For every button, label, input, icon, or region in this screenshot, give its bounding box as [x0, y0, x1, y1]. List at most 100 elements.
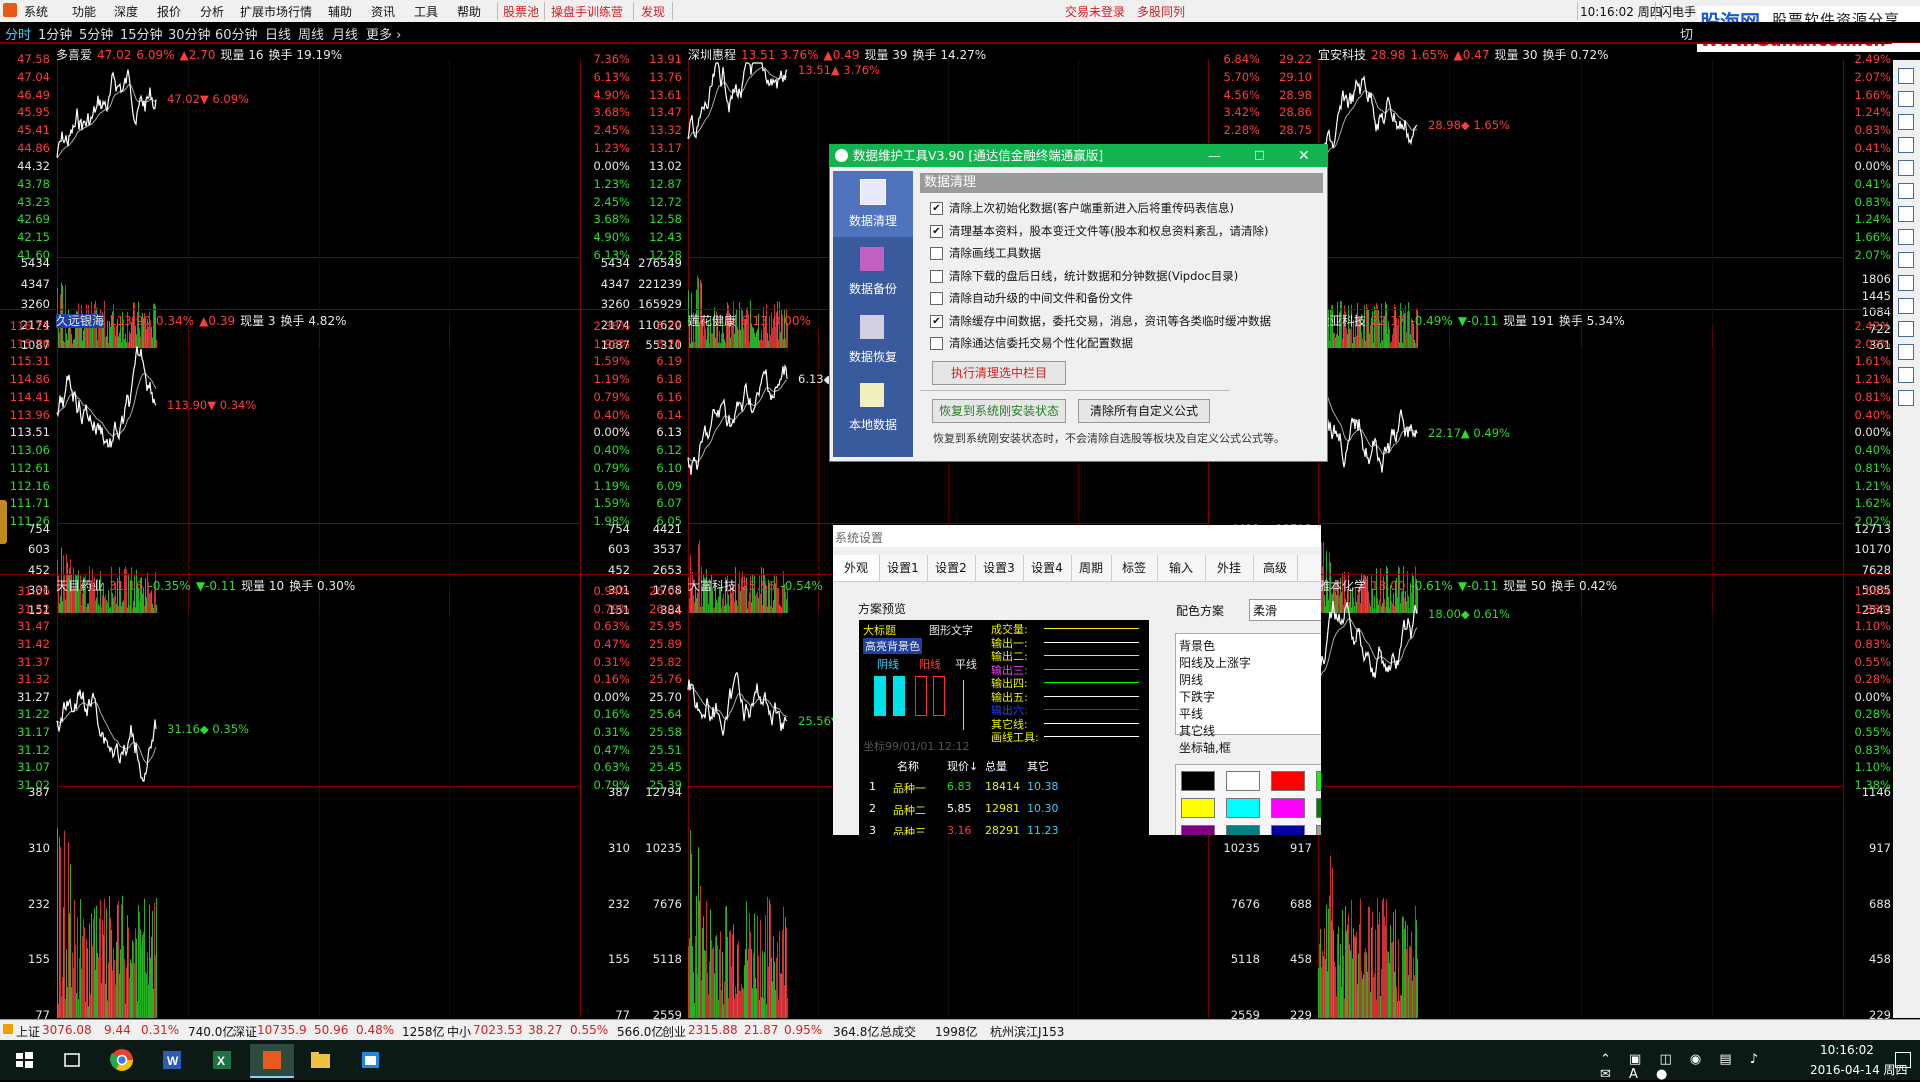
tab-15min[interactable]: 15分钟 — [120, 24, 163, 43]
color-swatch[interactable] — [1226, 798, 1260, 818]
tab-switch[interactable]: 切 — [1680, 24, 1693, 43]
toolbar-tool-icon[interactable] — [1898, 137, 1914, 153]
option-checkbox[interactable] — [930, 247, 943, 260]
restore-default-button[interactable]: 恢复到系统刚安装状态 — [932, 399, 1066, 423]
color-item[interactable]: 平线 — [1179, 705, 1203, 722]
tab-weekly[interactable]: 周线 — [298, 24, 324, 43]
settings-tab[interactable]: 外挂 — [1205, 555, 1254, 581]
lightning-trade-button[interactable]: 闪电手 — [1660, 3, 1696, 20]
taskbar-time[interactable]: 10:16:02 — [1820, 1043, 1874, 1057]
option-checkbox[interactable]: ✔ — [930, 314, 943, 328]
chrome-icon[interactable] — [106, 1044, 138, 1076]
settings-tab[interactable]: 标签 — [1111, 555, 1158, 581]
intraday-chart[interactable] — [56, 59, 580, 348]
color-item[interactable]: 背景色 — [1179, 637, 1215, 654]
clean-option-row[interactable]: 清除通达信委托交易个性化配置数据 — [930, 335, 1133, 351]
toolbar-tool-icon[interactable] — [1898, 160, 1914, 176]
tab-1min[interactable]: 1分钟 — [38, 24, 72, 43]
task-view-icon[interactable] — [56, 1044, 88, 1076]
menu-ext-market[interactable]: 扩展市场行情 — [240, 3, 312, 20]
app-logo-icon[interactable] — [3, 3, 17, 17]
menu-help[interactable]: 帮助 — [457, 3, 481, 20]
toolbar-tool-icon[interactable] — [1898, 275, 1914, 291]
left-expand-handle[interactable] — [0, 500, 7, 544]
sidebar-item-backup[interactable]: 数据备份 — [833, 239, 913, 305]
menu-function[interactable]: 功能 — [72, 3, 96, 20]
maximize-icon[interactable]: ☐ — [1254, 145, 1265, 167]
intraday-chart[interactable] — [56, 326, 580, 613]
app-window-icon[interactable] — [354, 1044, 386, 1076]
clean-option-row[interactable]: 清除下载的盘后日线，统计数据和分钟数据(Vipdoc目录) — [930, 268, 1238, 284]
settings-tab[interactable]: 设置2 — [927, 555, 976, 581]
sidebar-item-local[interactable]: 本地数据 — [833, 375, 913, 441]
cy-label[interactable]: 创业 — [662, 1023, 686, 1040]
sidebar-item-restore[interactable]: 数据恢复 — [833, 307, 913, 373]
settings-tab[interactable]: 外观 — [833, 555, 880, 581]
trade-login-status[interactable]: 交易未登录 — [1065, 3, 1125, 20]
color-swatch[interactable] — [1271, 798, 1305, 818]
color-swatch[interactable] — [1271, 771, 1305, 791]
server-site[interactable]: 杭州滨江J153 — [990, 1023, 1064, 1040]
color-swatch[interactable] — [1181, 798, 1215, 818]
clean-option-row[interactable]: 清除自动升级的中间文件和备份文件 — [930, 290, 1133, 306]
word-icon[interactable]: W — [156, 1044, 188, 1076]
tab-30min[interactable]: 30分钟 — [168, 24, 211, 43]
sh-label[interactable]: 上证 — [16, 1023, 40, 1040]
option-checkbox[interactable] — [930, 337, 943, 350]
menu-trainer[interactable]: 操盘手训练营 — [551, 3, 623, 20]
menu-system[interactable]: 系统 — [24, 3, 48, 20]
option-checkbox[interactable] — [930, 292, 943, 305]
settings-tab[interactable]: 设置3 — [975, 555, 1024, 581]
settings-tab[interactable]: 高级 — [1253, 555, 1298, 581]
settings-tab[interactable]: 设置4 — [1023, 555, 1072, 581]
multi-stock-link[interactable]: 多股同列 — [1137, 3, 1185, 20]
close-icon[interactable]: ✕ — [1298, 145, 1310, 167]
toolbar-tool-icon[interactable] — [1898, 321, 1914, 337]
execute-clean-button[interactable]: 执行清理选中栏目 — [932, 361, 1066, 385]
maintenance-titlebar[interactable]: 数据维护工具V3.90 [通达信金融终端通赢版] — ☐ ✕ — [830, 145, 1327, 167]
clear-formulas-button[interactable]: 清除所有自定义公式 — [1078, 399, 1210, 423]
menu-stock-pool[interactable]: 股票池 — [503, 3, 539, 20]
windows-start-icon[interactable] — [8, 1044, 40, 1076]
sidebar-item-clean[interactable]: 数据清理 — [833, 171, 913, 237]
tab-more[interactable]: 更多 › — [366, 24, 401, 43]
toolbar-tool-icon[interactable] — [1898, 390, 1914, 406]
notification-icon[interactable] — [1895, 1052, 1911, 1068]
tdx-app-icon[interactable] — [250, 1044, 294, 1078]
color-swatch[interactable] — [1226, 771, 1260, 791]
menu-discover[interactable]: 发现 — [641, 3, 665, 20]
menu-analysis[interactable]: 分析 — [200, 3, 224, 20]
tab-monthly[interactable]: 月线 — [332, 24, 358, 43]
option-checkbox[interactable] — [930, 269, 943, 283]
toolbar-tool-icon[interactable] — [1898, 344, 1914, 360]
color-swatch[interactable] — [1226, 825, 1260, 835]
color-swatch[interactable] — [1181, 825, 1215, 835]
tab-5min[interactable]: 5分钟 — [79, 24, 113, 43]
option-checkbox[interactable]: ✔ — [930, 224, 943, 238]
menu-depth[interactable]: 深度 — [114, 3, 138, 20]
scheme-select[interactable]: 柔滑 — [1249, 599, 1321, 621]
toolbar-tool-icon[interactable] — [1898, 183, 1914, 199]
sz-label[interactable]: 深证 — [233, 1023, 257, 1040]
tab-60min[interactable]: 60分钟 — [215, 24, 258, 43]
toolbar-tool-icon[interactable] — [1898, 114, 1914, 130]
color-swatch[interactable] — [1316, 825, 1321, 835]
color-swatch[interactable] — [1316, 771, 1321, 791]
toolbar-tool-icon[interactable] — [1898, 91, 1914, 107]
menu-quote[interactable]: 报价 — [157, 3, 181, 20]
clean-option-row[interactable]: ✔ 清除上次初始化数据(客户端重新进入后将重传码表信息) — [930, 200, 1234, 216]
zx-label[interactable]: 中小 — [447, 1023, 471, 1040]
toolbar-tool-icon[interactable] — [1898, 68, 1914, 84]
settings-tab[interactable]: 输入 — [1157, 555, 1206, 581]
settings-titlebar[interactable]: 系统设置 — [833, 525, 1321, 547]
option-checkbox[interactable]: ✔ — [930, 202, 943, 215]
color-item[interactable]: 坐标轴,框 — [1179, 739, 1231, 756]
clean-option-row[interactable]: ✔ 清理基本资料，股本变迁文件等(股本和权息资料紊乱，请清除) — [930, 223, 1268, 239]
intraday-chart[interactable] — [1317, 326, 1843, 613]
toolbar-tool-icon[interactable] — [1898, 229, 1914, 245]
color-item[interactable]: 阴线 — [1179, 671, 1203, 688]
excel-icon[interactable]: X — [206, 1044, 238, 1076]
tray-icons[interactable]: ⌃ ▣ ◫ ◉ ▤ ♪ ✉ A ● — [1600, 1052, 1790, 1082]
color-item[interactable]: 阳线及上涨字 — [1179, 654, 1251, 671]
intraday-chart[interactable] — [1317, 591, 1843, 1018]
